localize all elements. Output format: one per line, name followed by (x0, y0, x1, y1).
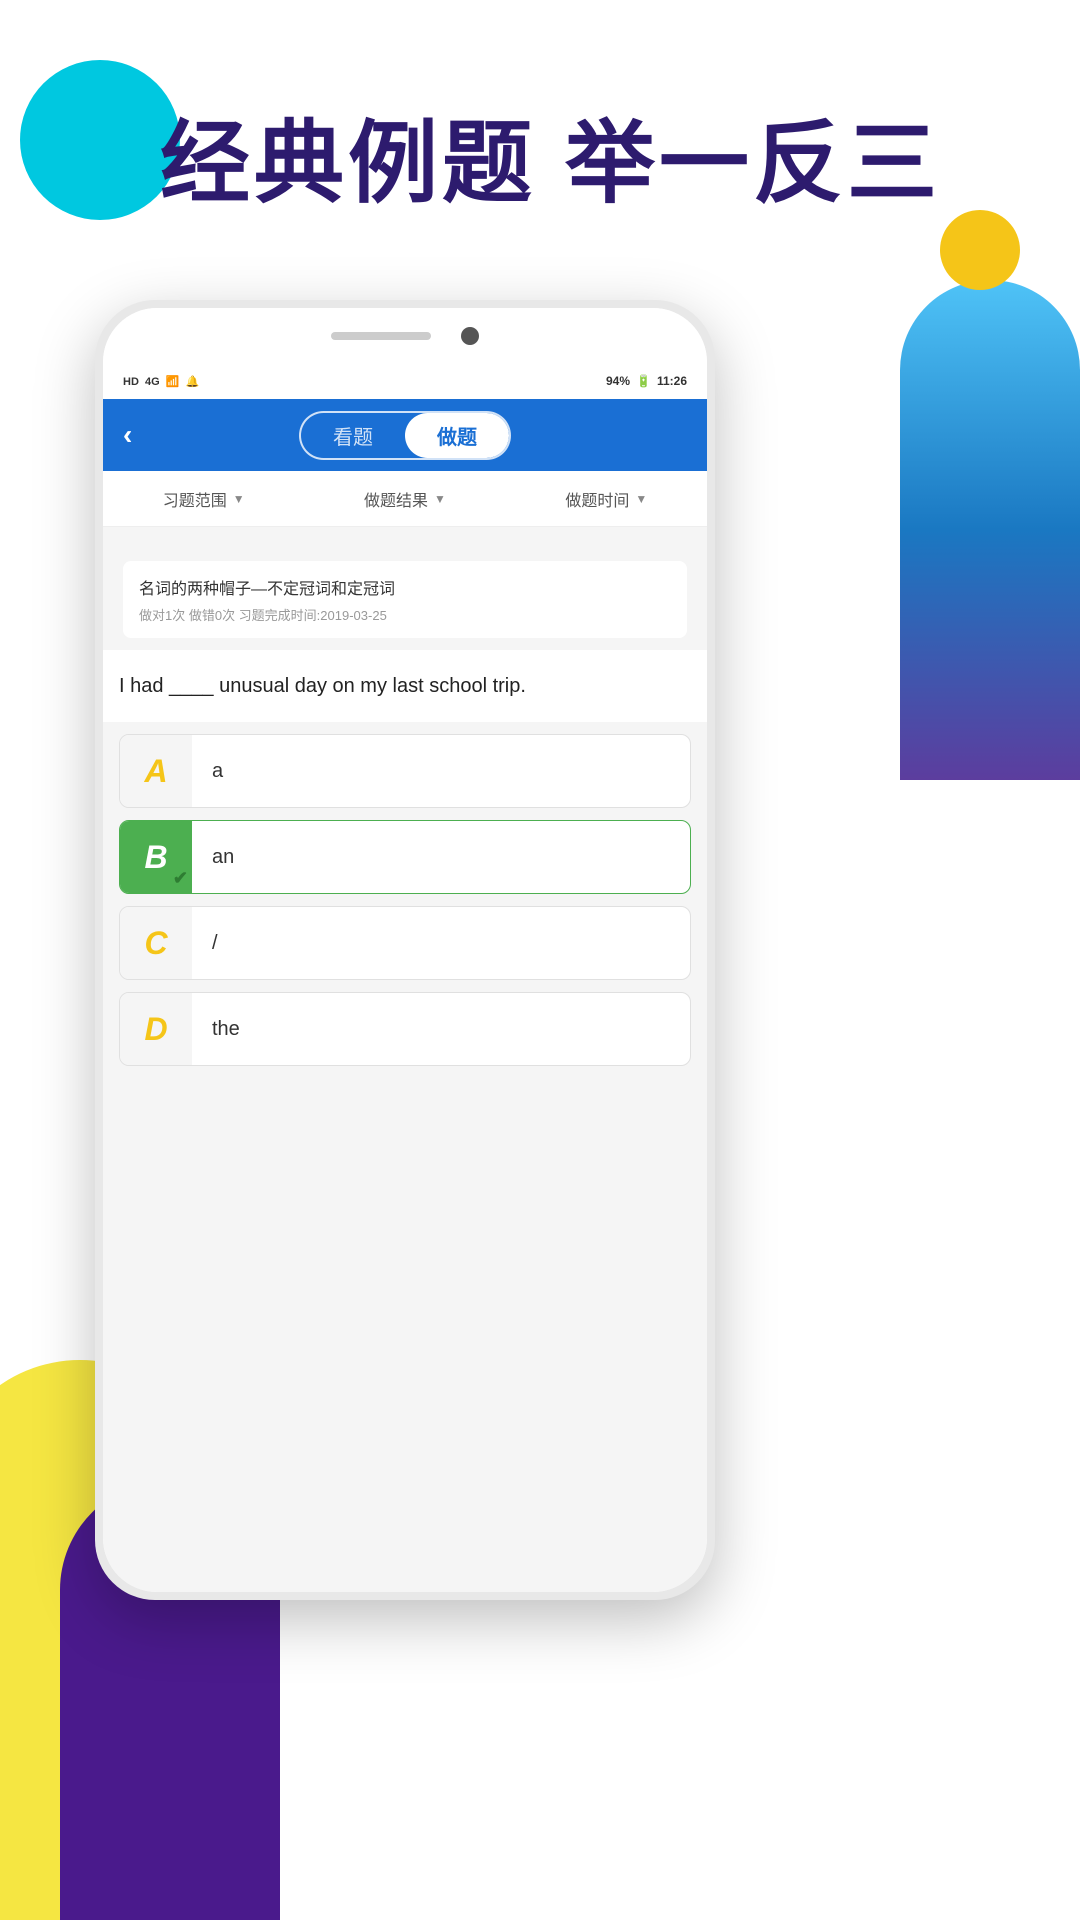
phone-mockup: HD 4G 📶 🔔 94% 🔋 11:26 ‹ 看题 做题 (95, 300, 715, 1780)
question-area: I had ____ unusual day on my last school… (103, 650, 707, 722)
status-bar: HD 4G 📶 🔔 94% 🔋 11:26 (103, 363, 707, 399)
option-d-label: D (120, 993, 192, 1065)
check-icon: ✔ (173, 868, 188, 889)
battery-icon: 🔋 (636, 374, 651, 388)
status-right: 94% 🔋 11:26 (606, 374, 687, 388)
tab-view[interactable]: 看题 (301, 413, 405, 458)
option-a-label: A (120, 735, 192, 807)
filter-time-label: 做题时间 (565, 487, 629, 511)
option-d-letter: D (144, 1011, 167, 1048)
option-a[interactable]: A a (119, 734, 691, 808)
tab-do[interactable]: 做题 (405, 413, 509, 458)
filter-range[interactable]: 习题范围 ▼ (163, 487, 245, 511)
phone-outer: HD 4G 📶 🔔 94% 🔋 11:26 ‹ 看题 做题 (95, 300, 715, 1600)
option-a-letter: A (144, 753, 167, 790)
options-area: A a B ✔ an C (103, 734, 707, 1066)
option-c-text: / (192, 932, 238, 955)
category-card: 名词的两种帽子—不定冠词和定冠词 做对1次 做错0次 习题完成时间:2019-0… (123, 561, 687, 638)
filter-range-arrow: ▼ (233, 492, 245, 506)
content-area: 名词的两种帽子—不定冠词和定冠词 做对1次 做错0次 习题完成时间:2019-0… (103, 543, 707, 638)
question-text: I had ____ unusual day on my last school… (119, 670, 691, 702)
bg-circle-yellow (940, 210, 1020, 290)
option-b-text: an (192, 846, 254, 869)
option-c-label: C (120, 907, 192, 979)
status-icons: HD 4G 📶 🔔 (123, 375, 199, 388)
phone-content: 习题范围 ▼ 做题结果 ▼ 做题时间 ▼ 名词的 (103, 471, 707, 1592)
battery-text: 94% (606, 374, 630, 388)
filter-range-label: 习题范围 (163, 487, 227, 511)
phone-speaker (331, 332, 431, 340)
filter-bar: 习题范围 ▼ 做题结果 ▼ 做题时间 ▼ (103, 471, 707, 527)
option-b-label: B ✔ (120, 821, 192, 893)
spacer-1 (103, 527, 707, 543)
bg-shape-blue-right (900, 280, 1080, 780)
phone-notch (103, 308, 707, 363)
filter-result-arrow: ▼ (434, 492, 446, 506)
page-title: 经典例题 举一反三 (160, 90, 941, 220)
option-b-letter: B (144, 839, 167, 876)
option-b[interactable]: B ✔ an (119, 820, 691, 894)
option-a-text: a (192, 760, 243, 783)
phone-camera (461, 327, 479, 345)
nav-bar: ‹ 看题 做题 (103, 399, 707, 471)
filter-result-label: 做题结果 (364, 487, 428, 511)
back-button[interactable]: ‹ (123, 419, 132, 451)
bg-circle-blue (20, 60, 180, 220)
category-title: 名词的两种帽子—不定冠词和定冠词 (139, 575, 671, 599)
status-left: HD 4G 📶 🔔 (123, 375, 199, 388)
option-d-text: the (192, 1018, 260, 1041)
option-c[interactable]: C / (119, 906, 691, 980)
option-c-letter: C (144, 925, 167, 962)
filter-time-arrow: ▼ (635, 492, 647, 506)
option-d[interactable]: D the (119, 992, 691, 1066)
time-text: 11:26 (657, 374, 687, 388)
phone-inner: HD 4G 📶 🔔 94% 🔋 11:26 ‹ 看题 做题 (103, 308, 707, 1592)
filter-result[interactable]: 做题结果 ▼ (364, 487, 446, 511)
filter-time[interactable]: 做题时间 ▼ (565, 487, 647, 511)
category-meta: 做对1次 做错0次 习题完成时间:2019-03-25 (139, 605, 671, 624)
nav-tabs: 看题 做题 (299, 411, 511, 460)
